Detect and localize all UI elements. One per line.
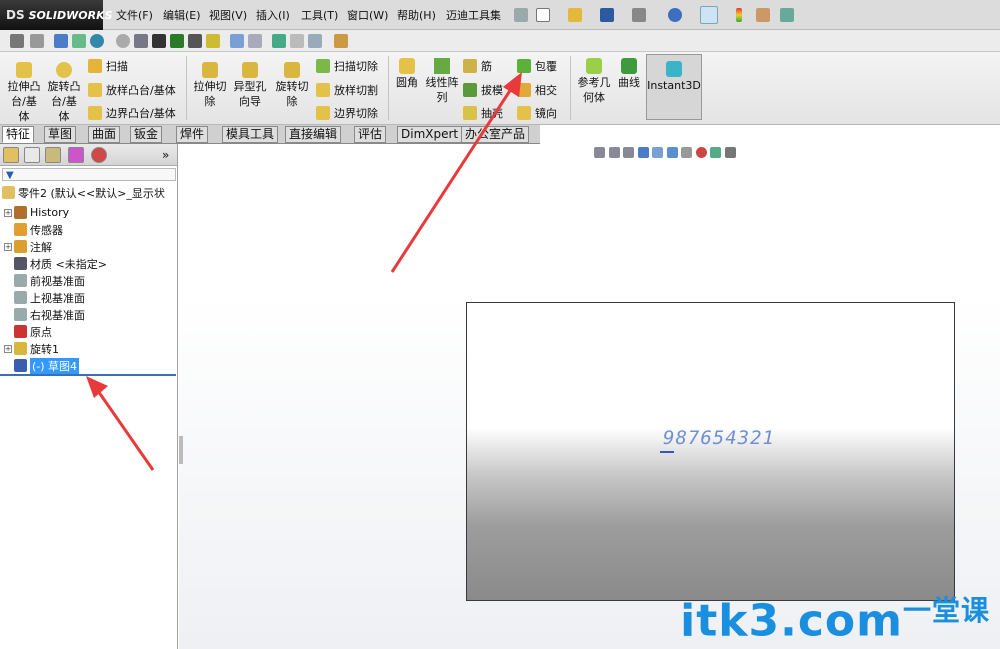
watermark-text: itk3.com	[680, 596, 903, 647]
arrow-to-wrap-button	[390, 72, 522, 273]
watermark-cn-text: 一堂课	[902, 594, 990, 628]
arrow-to-sketch-node	[86, 376, 155, 471]
watermark-logo: itk3.com一堂课	[680, 589, 990, 647]
annotation-arrows	[86, 72, 522, 471]
